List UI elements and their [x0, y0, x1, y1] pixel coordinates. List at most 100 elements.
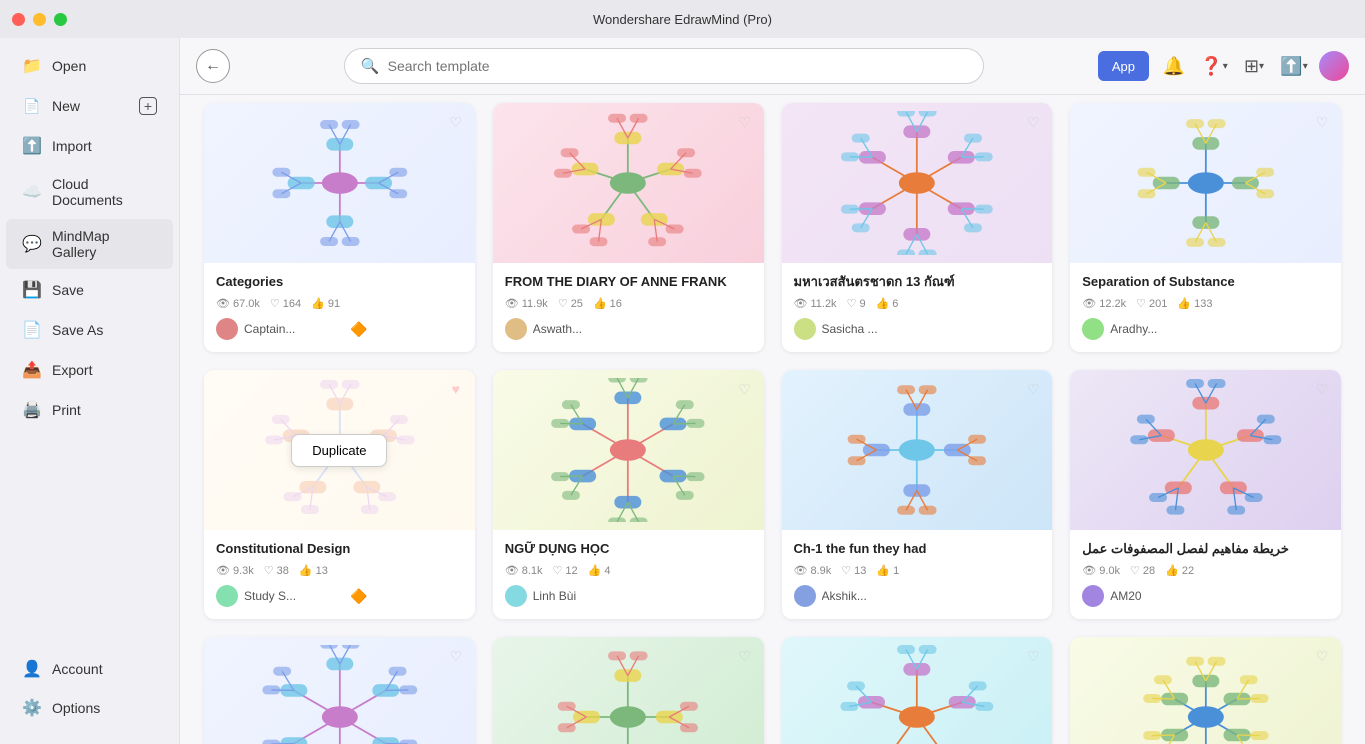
- heart-icon[interactable]: ♡: [734, 111, 756, 133]
- heart-stat-icon: ♡: [264, 564, 274, 577]
- card-card7[interactable]: ♡ Ch-1 the fun they had 👁 8.9k ♡ 13 👍 1 …: [782, 370, 1053, 619]
- print-icon: 🖨️: [22, 400, 42, 420]
- sidebar-label-gallery: MindMap Gallery: [52, 228, 157, 260]
- eye-icon: 👁: [216, 564, 230, 577]
- traffic-lights: [12, 13, 67, 26]
- card-body: Separation of Substance 👁 12.2k ♡ 201 👍 …: [1070, 263, 1341, 352]
- app-button[interactable]: App: [1098, 51, 1149, 81]
- card-image: ♡: [204, 103, 475, 263]
- heart-icon[interactable]: ♡: [445, 111, 467, 133]
- new-plus-icon[interactable]: +: [139, 97, 157, 115]
- heart-icon[interactable]: ♡: [445, 645, 467, 667]
- like-count: 28: [1143, 565, 1155, 577]
- thumbsup-count: 91: [328, 298, 340, 310]
- view-count: 8.1k: [522, 565, 543, 577]
- card-title: Ch-1 the fun they had: [794, 540, 1041, 558]
- sidebar-item-cloud[interactable]: ☁️ Cloud Documents: [6, 167, 173, 217]
- sidebar-item-new[interactable]: 📄 New +: [6, 87, 173, 125]
- export-icon: 📤: [22, 360, 42, 380]
- sidebar-item-export[interactable]: 📤 Export: [6, 351, 173, 389]
- card-title: Constitutional Design: [216, 540, 463, 558]
- thumbsup-count: 13: [316, 565, 328, 577]
- card-card8[interactable]: ♡ خريطة مفاهيم لفصل المصفوفات عمل 👁 9.0k…: [1070, 370, 1341, 619]
- view-count: 11.9k: [522, 298, 548, 310]
- heart-icon[interactable]: ♡: [1022, 111, 1044, 133]
- card-card1[interactable]: ♡ Categories 👁 67.0k ♡ 164 👍 91 Captain.…: [204, 103, 475, 352]
- sidebar-item-open[interactable]: 📁 Open: [6, 47, 173, 85]
- close-button[interactable]: [12, 13, 25, 26]
- sidebar-item-saveas[interactable]: 📄 Save As: [6, 311, 173, 349]
- card-image: ♡: [1070, 637, 1341, 744]
- eye-icon: 👁: [794, 564, 808, 577]
- search-input[interactable]: [388, 58, 967, 74]
- likes-stat: ♡ 28: [1130, 564, 1155, 577]
- card-image: ♡: [782, 103, 1053, 263]
- sidebar-item-options[interactable]: ⚙️ Options: [6, 689, 173, 727]
- card-image: ♡: [782, 370, 1053, 530]
- avatar[interactable]: [1319, 51, 1349, 81]
- card-card10[interactable]: ♡: [493, 637, 764, 744]
- heart-icon[interactable]: ♡: [1311, 645, 1333, 667]
- author-name: Aradhy...: [1110, 322, 1210, 336]
- card-stats: 👁 12.2k ♡ 201 👍 133: [1082, 297, 1329, 310]
- views-stat: 👁 12.2k: [1082, 297, 1126, 310]
- maximize-button[interactable]: [54, 13, 67, 26]
- card-stats: 👁 9.0k ♡ 28 👍 22: [1082, 564, 1329, 577]
- minimize-button[interactable]: [33, 13, 46, 26]
- card-card9[interactable]: ♡ NGÀY XƯA CÓ MỘT CON BÒ 👁 10.8k ♡ 17 👍 …: [204, 637, 475, 744]
- card-card2[interactable]: ♡ FROM THE DIARY OF ANNE FRANK 👁 11.9k ♡…: [493, 103, 764, 352]
- author-name: AM20: [1110, 589, 1210, 603]
- sidebar-item-account[interactable]: 👤 Account: [6, 650, 173, 688]
- help-button[interactable]: ❓ ▾: [1199, 51, 1229, 81]
- heart-icon[interactable]: ♡: [1022, 378, 1044, 400]
- heart-icon[interactable]: ♡: [734, 645, 756, 667]
- views-stat: 👁 11.2k: [794, 297, 837, 310]
- heart-stat-icon: ♡: [841, 564, 851, 577]
- duplicate-button[interactable]: Duplicate: [291, 434, 387, 467]
- thumbsup-count: 4: [604, 565, 610, 577]
- card-image: ♡: [204, 637, 475, 744]
- card-author: Captain... 🔶: [216, 318, 463, 340]
- like-count: 12: [565, 565, 577, 577]
- sidebar-item-gallery[interactable]: 💬 MindMap Gallery: [6, 219, 173, 269]
- heart-stat-icon: ♡: [1136, 297, 1146, 310]
- card-card11[interactable]: ♡ Perumusan dan Penetapan Pancasila Seba…: [782, 637, 1053, 744]
- author-name: Akshik...: [822, 589, 922, 603]
- view-count: 11.2k: [810, 298, 836, 310]
- sidebar-label-saveas: Save As: [52, 322, 157, 338]
- sidebar-item-save[interactable]: 💾 Save: [6, 271, 173, 309]
- share-button[interactable]: ⬆️ ▾: [1279, 51, 1309, 81]
- card-card3[interactable]: ♡ มหาเวสสันตรชาดก 13 กัณฑ์ 👁 11.2k ♡ 9 👍…: [782, 103, 1053, 352]
- card-card5[interactable]: ♥ Duplicate Constitutional Design 👁 9.3k…: [204, 370, 475, 619]
- eye-icon: 👁: [1082, 297, 1096, 310]
- card-body: FROM THE DIARY OF ANNE FRANK 👁 11.9k ♡ 2…: [493, 263, 764, 352]
- heart-icon[interactable]: ♡: [1022, 645, 1044, 667]
- author-name: Study S...: [244, 589, 344, 603]
- sidebar-label-new: New: [52, 98, 129, 114]
- card-card6[interactable]: ♡ NGỮ DỤNG HỌC 👁 8.1k ♡ 12 👍 4 Linh Bùi: [493, 370, 764, 619]
- thumbsup-icon: 👍: [876, 297, 890, 310]
- grid-button[interactable]: ⊞ ▾: [1239, 51, 1269, 81]
- heart-icon[interactable]: ♡: [1311, 111, 1333, 133]
- sidebar-item-print[interactable]: 🖨️ Print: [6, 391, 173, 429]
- thumbsup-count: 16: [610, 298, 622, 310]
- heart-icon[interactable]: ♡: [734, 378, 756, 400]
- card-author: Aswath...: [505, 318, 752, 340]
- sidebar-label-print: Print: [52, 402, 157, 418]
- duplicate-overlay: Duplicate: [204, 370, 475, 530]
- heart-icon[interactable]: ♡: [1311, 378, 1333, 400]
- card-image: ♡: [493, 637, 764, 744]
- eye-icon: 👁: [1082, 564, 1096, 577]
- card-card12[interactable]: ♡ Advantages of Electronic Distance Meas…: [1070, 637, 1341, 744]
- sidebar-label-import: Import: [52, 138, 157, 154]
- save-icon: 💾: [22, 280, 42, 300]
- search-bar[interactable]: 🔍: [344, 48, 984, 84]
- sidebar-item-import[interactable]: ⬆️ Import: [6, 127, 173, 165]
- back-button[interactable]: ←: [196, 49, 230, 83]
- card-card4[interactable]: ♡ Separation of Substance 👁 12.2k ♡ 201 …: [1070, 103, 1341, 352]
- author-avatar: [505, 318, 527, 340]
- notification-button[interactable]: 🔔: [1159, 51, 1189, 81]
- author-avatar: [505, 585, 527, 607]
- thumbsup-stat: 👍 4: [588, 564, 611, 577]
- import-icon: ⬆️: [22, 136, 42, 156]
